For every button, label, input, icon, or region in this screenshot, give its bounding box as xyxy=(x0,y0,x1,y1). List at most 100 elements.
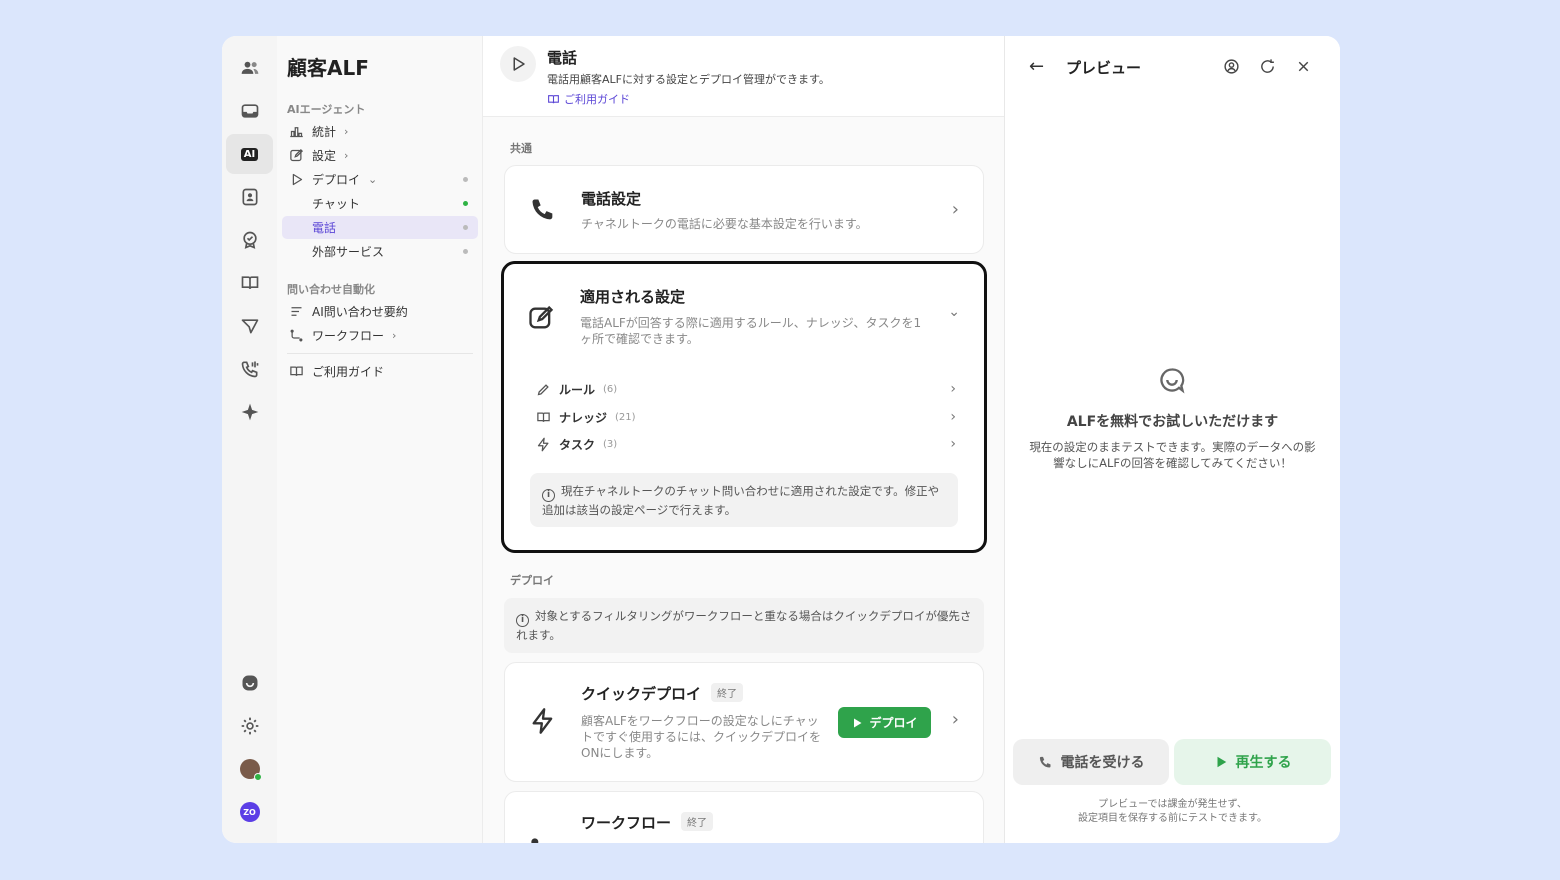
sidebar-item-settings[interactable]: 設定 › xyxy=(282,144,478,167)
deploy-button-label: デプロイ xyxy=(869,716,918,730)
sidebar-divider xyxy=(287,353,473,354)
receive-call-button[interactable]: 電話を受ける xyxy=(1013,739,1169,785)
list-icon xyxy=(291,307,301,316)
preview-panel: ← プレビュー ALFを無料でお試しいただけます 現在の設定のままテストできます… xyxy=(1005,36,1340,843)
info-icon: i xyxy=(542,488,555,502)
rules-row[interactable]: ルール (6) › xyxy=(536,379,956,399)
sidebar-title: 顧客ALF xyxy=(287,56,369,80)
card-title: 電話設定 xyxy=(581,190,642,208)
sparkle-nav-button[interactable] xyxy=(226,392,273,432)
sidebar-item-label: ご利用ガイド xyxy=(312,365,385,379)
refresh-icon xyxy=(1260,58,1274,73)
alf-chat-icon xyxy=(1160,368,1185,394)
phone-settings-card[interactable]: 電話設定 チャネルトークの電話に必要な基本設定を行います。 › xyxy=(504,165,984,254)
deploy-note: i 対象とするフィルタリングがワークフローと重なる場合はクイックデプロイが優先され… xyxy=(504,598,984,653)
sidebar-item-phone[interactable]: 電話 xyxy=(282,216,478,239)
sidebar-item-deploy[interactable]: デプロイ ⌄ xyxy=(282,168,478,191)
contacts-nav-button[interactable] xyxy=(226,177,273,217)
sidebar-section-automation: 問い合わせ自動化 xyxy=(287,283,375,296)
row-count: (3) xyxy=(603,438,618,450)
knowledge-row[interactable]: ナレッジ (21) › xyxy=(536,407,956,427)
status-badge: 終了 xyxy=(681,812,714,831)
docs-nav-button[interactable] xyxy=(226,263,273,303)
card-description: 顧客ALFをワークフローの設定なしにチャットですぐ使用するには、クイックデプロイ… xyxy=(581,714,822,760)
sidebar-item-workflow[interactable]: ワークフロー › xyxy=(282,324,478,347)
chevron-right-icon: › xyxy=(950,381,956,397)
user-circle-button[interactable] xyxy=(1221,56,1241,76)
badge-nav-button[interactable] xyxy=(226,220,273,260)
close-button[interactable] xyxy=(1293,56,1313,76)
back-arrow-icon[interactable]: ← xyxy=(1029,56,1044,77)
row-label: ナレッジ xyxy=(559,410,608,425)
gear-icon xyxy=(241,717,258,735)
sidebar-item-label: AI問い合わせ要約 xyxy=(312,305,408,319)
deploy-play-icon xyxy=(500,46,536,82)
chat-nav-button[interactable] xyxy=(226,663,273,703)
ai-icon: AI xyxy=(240,147,259,161)
workflow-icon xyxy=(290,329,302,342)
call-nav-button[interactable] xyxy=(226,349,273,389)
card-description: 電話ALFが回答する際に適用するルール、ナレッジ、タスクを1ヶ所で確認できます。 xyxy=(580,316,922,346)
applied-settings-note: i 現在チャネルトークのチャット問い合わせに適用された設定です。修正や追加は該当の… xyxy=(530,473,958,527)
sidebar: 顧客ALF AIエージェント 統計 › 設定 › デプロイ ⌄ チャット 電話 … xyxy=(277,36,483,843)
settings-nav-button[interactable] xyxy=(226,706,273,746)
play-icon xyxy=(854,718,862,727)
app-window: AI ZO 顧客ALF AIエージェント 統計 › 設定 › デプロイ ⌄ チャ… xyxy=(222,36,1340,843)
channel-chat-icon xyxy=(242,675,257,691)
send-icon xyxy=(241,319,258,334)
card-title-text: ワークフロー xyxy=(581,814,672,832)
workflow-card[interactable]: ワークフロー 終了 xyxy=(504,791,984,843)
open-book-icon xyxy=(241,276,258,289)
row-count: (6) xyxy=(603,383,618,395)
book-icon xyxy=(289,366,303,376)
team-nav-button[interactable] xyxy=(226,48,273,88)
status-dot-active xyxy=(463,201,468,206)
chevron-right-icon: › xyxy=(950,409,956,425)
preview-footer: プレビューでは課金が発生せず、 設定項目を保存する前にテストできます。 xyxy=(1078,799,1267,824)
sidebar-item-summary[interactable]: AI問い合わせ要約 xyxy=(282,300,478,323)
applied-settings-card[interactable]: 適用される設定 電話ALFが回答する際に適用するルール、ナレッジ、タスクを1ヶ所… xyxy=(501,261,987,553)
avatar xyxy=(239,759,262,781)
ai-nav-button[interactable]: AI xyxy=(226,134,273,174)
preview-description: 現在の設定のままテストできます。実際のデータへの影響なしにALFの回答を確認して… xyxy=(1029,440,1316,470)
sidebar-item-external[interactable]: 外部サービス xyxy=(282,240,478,263)
quick-deploy-card[interactable]: クイックデプロイ 終了 顧客ALFをワークフローの設定なしにチャットですぐ使用する… xyxy=(504,662,984,782)
page-title: 電話 xyxy=(547,49,578,67)
chevron-down-icon: ⌄ xyxy=(368,173,378,186)
card-title: 適用される設定 xyxy=(580,288,686,306)
edit-icon xyxy=(289,148,303,162)
receive-call-label: 電話を受ける xyxy=(1060,755,1145,771)
sidebar-item-stats[interactable]: 統計 › xyxy=(282,120,478,143)
book-icon xyxy=(548,94,559,103)
deploy-button[interactable]: デプロイ xyxy=(838,707,931,738)
edit-icon xyxy=(529,305,554,329)
row-label: ルール xyxy=(559,382,596,397)
chevron-right-icon: › xyxy=(950,436,956,452)
sidebar-item-chat[interactable]: チャット xyxy=(282,192,478,215)
sidebar-item-label: デプロイ xyxy=(312,173,361,187)
sidebar-section-ai: AIエージェント xyxy=(287,103,366,116)
status-badge: 終了 xyxy=(711,683,744,702)
sidebar-item-label: チャット xyxy=(312,197,360,211)
inbox-icon xyxy=(241,104,258,118)
inbox-nav-button[interactable] xyxy=(226,91,273,131)
contact-card-icon xyxy=(242,188,257,206)
refresh-button[interactable] xyxy=(1257,56,1277,76)
chevron-right-icon: › xyxy=(392,329,397,342)
note-text: 対象とするフィルタリングがワークフローと重なる場合はクイックデプロイが優先されま… xyxy=(516,609,972,642)
preview-heading: ALFを無料でお試しいただけます xyxy=(1066,414,1279,430)
verified-badge-icon xyxy=(242,231,257,249)
campaign-nav-button[interactable] xyxy=(226,306,273,346)
chevron-right-icon: › xyxy=(951,199,959,220)
workspace-logo: ZO xyxy=(239,802,260,822)
user-circle-icon xyxy=(1223,58,1239,74)
workflow-icon xyxy=(531,838,539,843)
tasks-row[interactable]: タスク (3) › xyxy=(536,434,956,454)
workspace-button[interactable]: ZO xyxy=(226,792,273,832)
guide-link[interactable]: ご利用ガイド xyxy=(547,91,630,107)
status-dot xyxy=(463,177,468,182)
sidebar-item-guide[interactable]: ご利用ガイド xyxy=(282,360,478,383)
play-button[interactable]: 再生する xyxy=(1174,739,1331,785)
profile-button[interactable] xyxy=(226,749,273,789)
chevron-right-icon: › xyxy=(344,125,349,138)
